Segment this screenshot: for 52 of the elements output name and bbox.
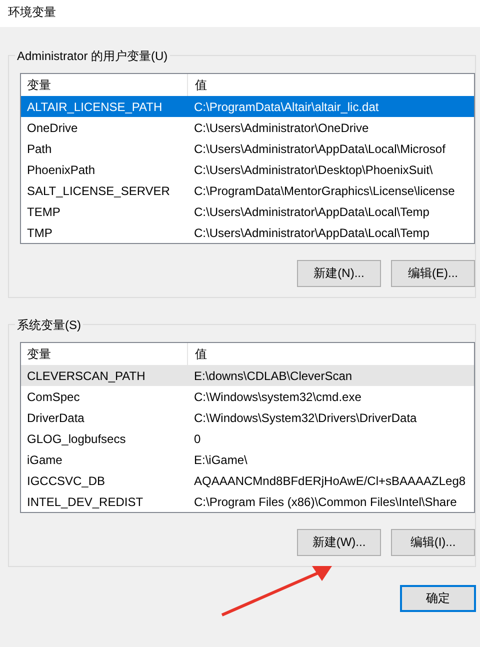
variable-name: IGCCSVC_DB bbox=[26, 474, 106, 488]
variable-value: C:\Users\Administrator\Desktop\PhoenixSuit\ bbox=[193, 162, 433, 176]
variable-value: C:\Users\Administrator\AppData\Local\Microsof bbox=[193, 142, 446, 156]
list-row[interactable]: GLOG_logbufsecs 0 bbox=[21, 428, 474, 449]
variable-name: ALTAIR_LICENSE_PATH bbox=[26, 100, 164, 114]
variable-name: TEMP bbox=[26, 204, 62, 218]
dialog-button[interactable]: 编辑(E)... bbox=[391, 260, 475, 287]
variable-name: CLEVERSCAN_PATH bbox=[26, 368, 146, 382]
dialog-button[interactable]: 新建(W)... bbox=[297, 529, 381, 556]
variable-value: C:\Users\Administrator\OneDrive bbox=[193, 120, 369, 134]
variable-name: DriverData bbox=[26, 410, 86, 424]
variable-value: 0 bbox=[193, 432, 201, 446]
variable-name: TMP bbox=[26, 226, 54, 240]
list-row[interactable]: PhoenixPath C:\Users\Administrator\Desktop\PhoenixSuit\ bbox=[21, 159, 474, 180]
window-title: 环境变量 bbox=[8, 5, 56, 19]
dialog-button[interactable]: 新建(N)... bbox=[297, 260, 381, 287]
list-row[interactable]: IGCCSVC_DB AQAAANCMnd8BFdERjHoAwE/Cl+sBAAAAZLeg8 bbox=[21, 470, 474, 491]
list-row[interactable]: INTEL_DEV_REDIST C:\Program Files (x86)\Common Files\Intel\Share bbox=[21, 491, 474, 512]
variable-value: C:\Users\Administrator\AppData\Local\Temp bbox=[193, 226, 430, 240]
variable-name: iGame bbox=[26, 452, 64, 466]
dialog-button[interactable]: 编辑(I)... bbox=[391, 529, 475, 556]
column-header[interactable]: 值 bbox=[188, 74, 207, 96]
variable-name: ComSpec bbox=[26, 390, 81, 404]
list-row[interactable]: DriverData C:\Windows\System32\Drivers\DriverData bbox=[21, 407, 474, 428]
variable-name: PhoenixPath bbox=[26, 162, 96, 176]
variable-value: C:\Users\Administrator\AppData\Local\Temp bbox=[193, 204, 430, 218]
variable-name: SALT_LICENSE_SERVER bbox=[26, 184, 171, 198]
variable-name: GLOG_logbufsecs bbox=[26, 432, 127, 446]
variable-value: C:\Windows\system32\cmd.exe bbox=[193, 390, 362, 404]
variable-value: E:\downs\CDLAB\CleverScan bbox=[193, 368, 352, 382]
list-row[interactable]: iGame E:\iGame\ bbox=[21, 449, 474, 470]
ok-button[interactable]: 确定 bbox=[400, 585, 476, 612]
list-row[interactable]: OneDrive C:\Users\Administrator\OneDrive bbox=[21, 117, 474, 138]
variable-value: E:\iGame\ bbox=[193, 452, 248, 466]
list-row[interactable]: Path C:\Users\Administrator\AppData\Local\Microsof bbox=[21, 138, 474, 159]
list-row[interactable]: ComSpec C:\Windows\system32\cmd.exe bbox=[21, 386, 474, 407]
variable-value: C:\ProgramData\Altair\altair_lic.dat bbox=[193, 100, 379, 114]
list-row[interactable]: TEMP C:\Users\Administrator\AppData\Local\Temp bbox=[21, 201, 474, 222]
list-row[interactable]: SALT_LICENSE_SERVER C:\ProgramData\MentorGraphics\License\license bbox=[21, 180, 474, 201]
variable-value: C:\ProgramData\MentorGraphics\License\license bbox=[193, 184, 455, 198]
column-header[interactable]: 值 bbox=[188, 343, 207, 365]
variable-value: C:\Windows\System32\Drivers\DriverData bbox=[193, 410, 417, 424]
group-label: 系统变量(S) bbox=[15, 317, 83, 334]
variable-value: C:\Program Files (x86)\Common Files\Intel\Share bbox=[193, 494, 457, 508]
variable-name: Path bbox=[26, 142, 53, 156]
list-row[interactable]: TMP C:\Users\Administrator\AppData\Local\Temp bbox=[21, 222, 474, 243]
variable-name: OneDrive bbox=[26, 120, 79, 134]
variable-name: INTEL_DEV_REDIST bbox=[26, 494, 144, 508]
list-row[interactable]: CLEVERSCAN_PATH E:\downs\CDLAB\CleverScan bbox=[21, 365, 474, 386]
variable-value: AQAAANCMnd8BFdERjHoAwE/Cl+sBAAAAZLeg8 bbox=[193, 474, 466, 488]
list-row[interactable]: ALTAIR_LICENSE_PATH C:\ProgramData\Altair\altair_lic.dat bbox=[21, 96, 474, 117]
group-label: Administrator 的用户变量(U) bbox=[15, 48, 170, 65]
